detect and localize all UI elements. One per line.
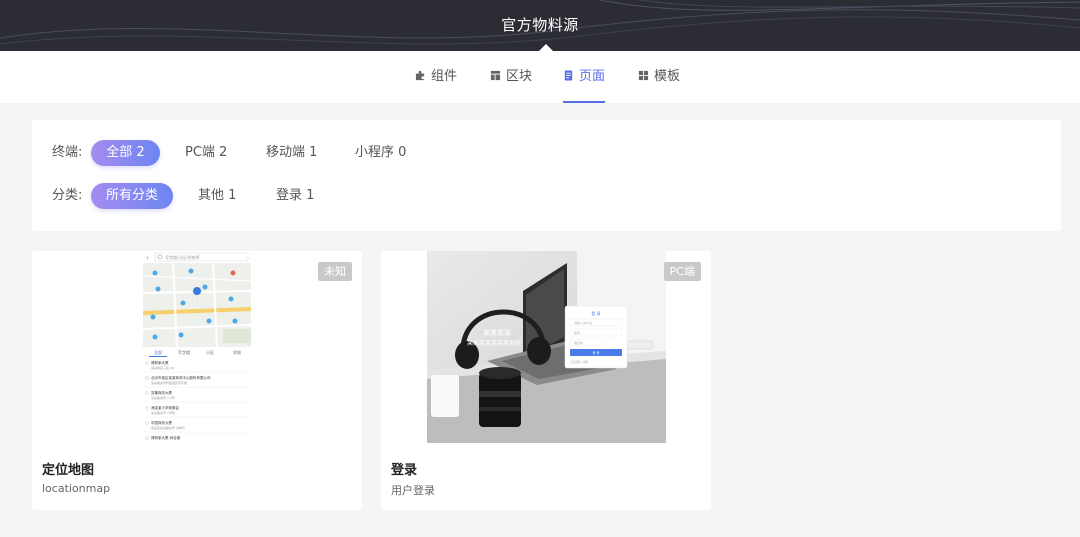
tab-pages[interactable]: 页面 <box>563 51 606 103</box>
block-icon <box>490 70 501 81</box>
terminal-option-pc[interactable]: PC端 2 <box>185 140 227 166</box>
login-username-field: 请输入用户名 <box>574 320 592 325</box>
terminal-option-all[interactable]: 全部 2 <box>91 140 160 166</box>
terminal-option-mobile[interactable]: 移动端 1 <box>266 140 317 166</box>
map-tab: 学校 <box>233 349 241 355</box>
back-chevron-icon: ‹ <box>146 254 149 262</box>
tab-label: 区块 <box>506 69 533 84</box>
login-password-field: 密码 <box>574 330 580 335</box>
login-preview-illustration: 某某某某 某某某某某某某系统 登 录 请输入用户名 密码 验证码 登 录 忘记密… <box>427 251 666 443</box>
terminal-badge: PC端 <box>663 262 701 281</box>
map-result-list: 博林家大厦 某某街道三段 26 北京市某区某某商务中心股份有限公司 某某路某号科… <box>143 360 251 440</box>
header-caret <box>538 44 554 51</box>
terminal-filter-label: 终端: <box>52 145 83 160</box>
tab-components[interactable]: 组件 <box>415 51 457 103</box>
card-preview-login: 某某某某 某某某某某某某系统 登 录 请输入用户名 密码 验证码 登 录 忘记密… <box>427 251 666 443</box>
tab-label: 页面 <box>579 69 606 84</box>
tab-label: 组件 <box>431 69 458 84</box>
tab-label: 模板 <box>654 69 681 84</box>
card-preview-map: ‹ 写字楼/小区/学校等 全部 写字楼 小区 学校 博林家大厦 某某街道三段 2… <box>143 251 251 443</box>
login-submit-button: 登 录 <box>593 350 600 355</box>
category-filter-label: 分类: <box>52 188 83 203</box>
card-subtitle: 用户登录 <box>391 484 435 497</box>
map-result-name: 中国商务大厦 <box>151 420 172 425</box>
login-captcha-field: 验证码 <box>574 340 583 345</box>
login-overlay-subtitle: 某某某某某某某系统 <box>467 339 521 347</box>
login-form: 登 录 请输入用户名 密码 验证码 登 录 忘记密码 / 注册 <box>564 305 628 369</box>
map-result-addr: 某某路某号 1号院 <box>151 410 175 415</box>
material-card-locationmap[interactable]: ‹ 写字楼/小区/学校等 全部 写字楼 小区 学校 博林家大厦 某某街道三段 2… <box>32 251 362 510</box>
card-title: 定位地图 <box>42 463 95 478</box>
map-result-name: 博林家大厦 <box>151 360 169 365</box>
login-links: 忘记密码 / 注册 <box>570 360 588 364</box>
tab-blocks[interactable]: 区块 <box>490 51 532 103</box>
map-result-name: 博林家大厦-综合楼 <box>151 435 181 440</box>
category-option-login[interactable]: 登录 1 <box>276 183 314 209</box>
map-result-addr: 某某街道三段 26 <box>151 365 174 370</box>
top-header: 官方物料源 <box>0 0 1080 51</box>
map-result-name: 海淀某小学家委会 <box>151 405 179 410</box>
map-result-addr: 某某区某某路某号 某单元 <box>151 425 185 430</box>
template-icon <box>638 70 649 81</box>
login-overlay-title: 某某某某 <box>483 329 511 337</box>
tab-bar: 组件 区块 页面 模板 <box>0 51 1080 103</box>
card-subtitle: locationmap <box>42 482 111 495</box>
map-tab: 写字楼 <box>178 349 190 355</box>
map-search-placeholder: 写字楼/小区/学校等 <box>165 254 200 260</box>
tab-templates[interactable]: 模板 <box>638 51 680 103</box>
map-tab: 全部 <box>154 349 162 355</box>
map-result-addr: 某某路某号 1-3号 <box>151 395 175 400</box>
page-icon <box>564 70 573 81</box>
map-preview-illustration: ‹ 写字楼/小区/学校等 全部 写字楼 小区 学校 博林家大厦 某某街道三段 2… <box>143 251 251 440</box>
map-result-addr: 某某路某号科技园区写字楼 <box>151 380 187 385</box>
terminal-badge: 未知 <box>318 262 352 281</box>
category-option-all[interactable]: 所有分类 <box>91 183 173 209</box>
map-result-name: 北京市某区某某商务中心股份有限公司 <box>151 375 211 380</box>
map-tab: 小区 <box>206 349 214 355</box>
category-option-other[interactable]: 其他 1 <box>198 183 236 209</box>
card-title: 登录 <box>391 463 418 478</box>
filter-panel: 终端: 全部 2 PC端 2 移动端 1 小程序 0 分类: 所有分类 其他 1… <box>32 120 1061 231</box>
map-result-name: 凯撒商务大厦 <box>151 390 172 395</box>
puzzle-icon <box>415 70 425 81</box>
login-form-title: 登 录 <box>591 310 600 316</box>
terminal-option-miniprogram[interactable]: 小程序 0 <box>355 140 406 166</box>
material-card-login[interactable]: 某某某某 某某某某某某某系统 登 录 请输入用户名 密码 验证码 登 录 忘记密… <box>381 251 711 510</box>
